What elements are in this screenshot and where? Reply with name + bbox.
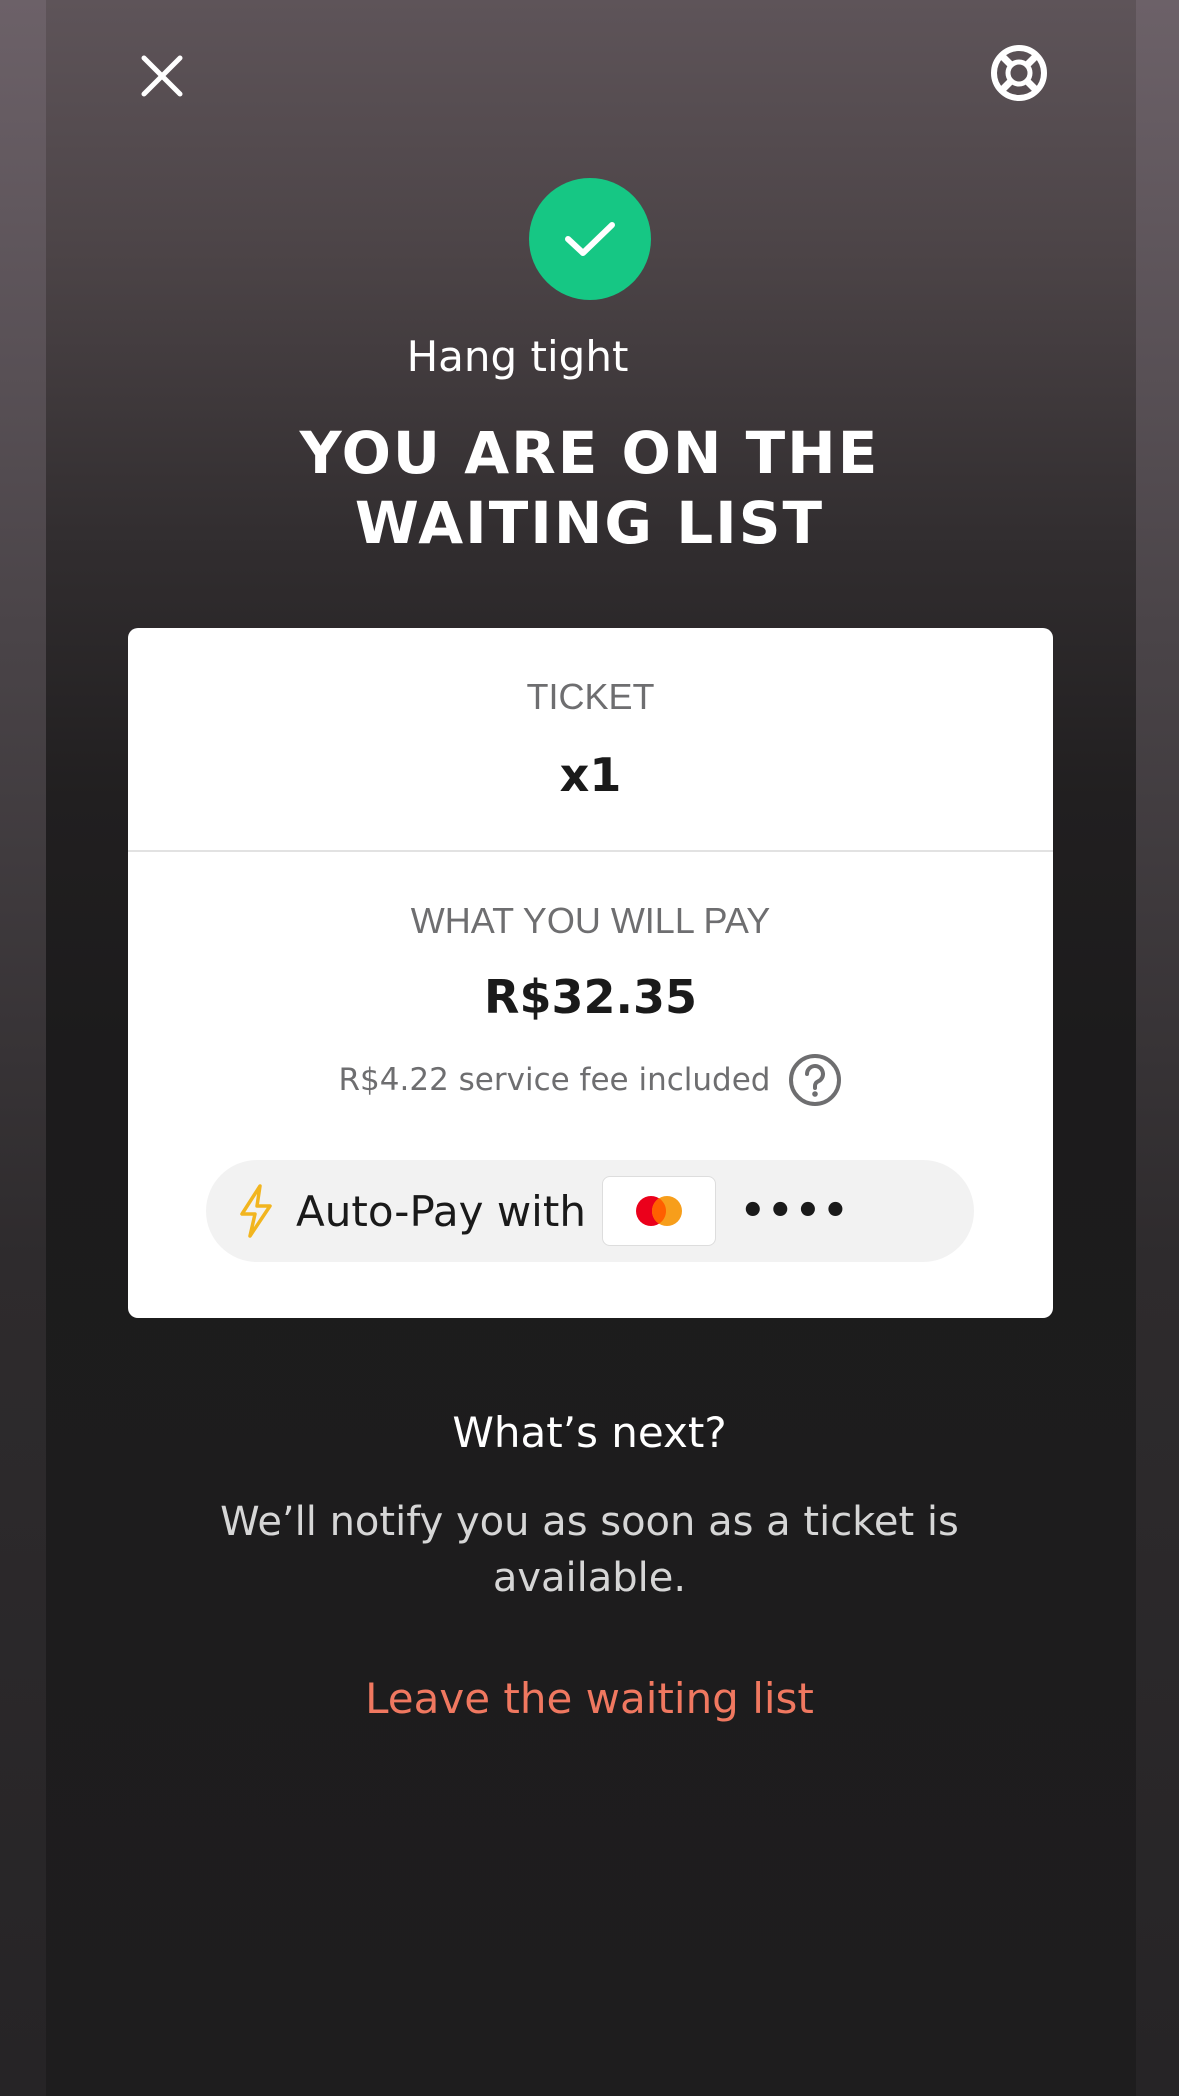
leave-waiting-list-link[interactable]: Leave the waiting list [0, 1674, 1179, 1723]
whats-next-title: What’s next? [452, 1408, 727, 1457]
card-divider [128, 850, 1053, 852]
mastercard-logo [601, 1176, 716, 1246]
check-icon [565, 222, 615, 256]
autopay-payment-method[interactable]: Auto-Pay with •••• [206, 1160, 974, 1262]
service-fee-row: R$4.22 service fee included [128, 1052, 1053, 1108]
success-badge [529, 178, 651, 300]
background-edge-right [1133, 0, 1179, 2096]
question-circle-icon[interactable] [788, 1053, 842, 1107]
waiting-list-screen: Hang tight YOU ARE ON THE WAITING LIST T… [0, 0, 1179, 2096]
help-button[interactable] [988, 42, 1050, 104]
pay-label: WHAT YOU WILL PAY [410, 900, 771, 941]
service-fee-text: R$4.22 service fee included [338, 1062, 771, 1098]
page-title: YOU ARE ON THE WAITING LIST [0, 418, 1179, 558]
ticket-label: TICKET [526, 676, 655, 717]
autopay-label: Auto-Pay with [296, 1186, 586, 1236]
price-value: R$32.35 [484, 970, 697, 1024]
lifebuoy-icon [991, 45, 1047, 101]
close-icon [141, 55, 183, 97]
status-subtitle: Hang tight [406, 332, 629, 381]
ticket-quantity: x1 [559, 748, 622, 802]
close-button[interactable] [136, 50, 188, 102]
whats-next-description: We’ll notify you as soon as a ticket is … [220, 1499, 959, 1601]
page-title-line-1: YOU ARE ON THE [299, 419, 880, 487]
mastercard-icon [635, 1196, 682, 1226]
lightning-icon [240, 1184, 272, 1238]
card-number-masked: •••• [739, 1188, 851, 1234]
page-title-line-2: WAITING LIST [354, 489, 825, 557]
background-edge-left [0, 0, 46, 2096]
